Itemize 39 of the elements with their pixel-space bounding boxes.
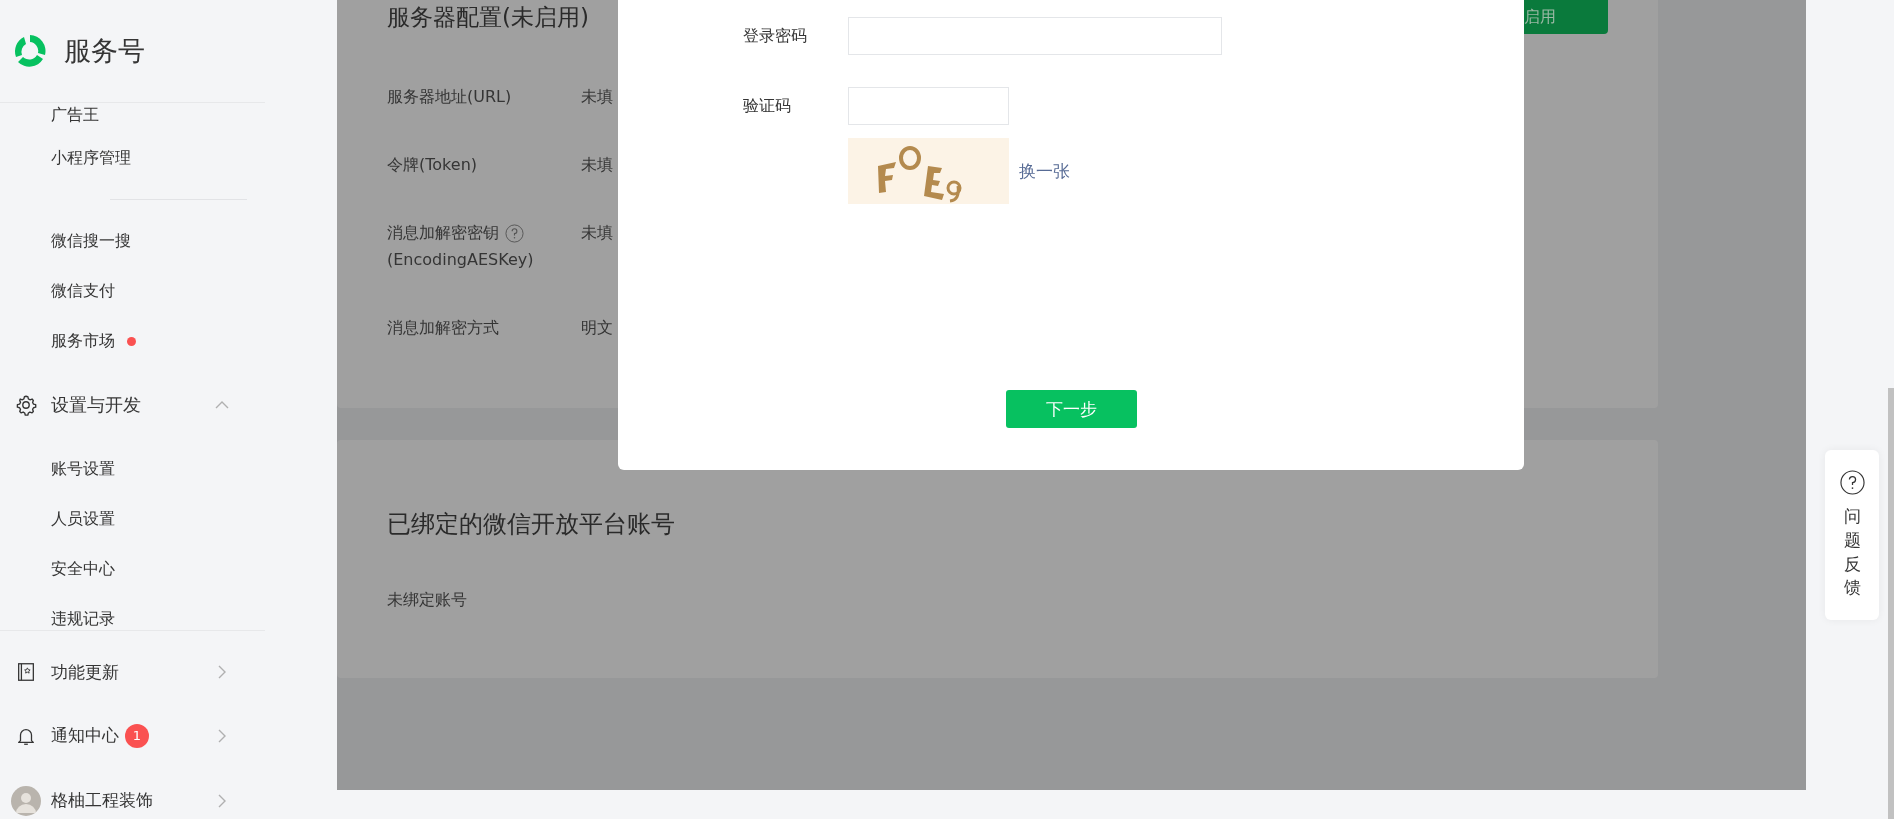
field-label: 服务器地址(URL) bbox=[387, 86, 512, 108]
password-field[interactable] bbox=[848, 17, 1222, 55]
field-label: 消息加解密密钥 bbox=[387, 222, 499, 244]
feedback-button[interactable]: 问题反馈 bbox=[1825, 450, 1879, 620]
book-icon bbox=[15, 661, 37, 683]
nav-item[interactable]: 账号设置 bbox=[51, 458, 115, 480]
brand-name: 服务号 bbox=[64, 34, 145, 68]
nav-item[interactable]: 安全中心 bbox=[51, 558, 115, 580]
nav-item[interactable]: 广告王 bbox=[51, 105, 99, 126]
nav-item[interactable]: 人员设置 bbox=[51, 508, 115, 530]
help-icon bbox=[1839, 470, 1865, 495]
captcha-field[interactable] bbox=[848, 87, 1009, 125]
sidebar-link[interactable]: 功能更新 bbox=[0, 641, 235, 703]
help-icon[interactable] bbox=[505, 223, 524, 243]
field-label: 消息加解密方式 bbox=[387, 317, 499, 339]
nav-item[interactable]: 小程序管理 bbox=[51, 147, 131, 169]
field-label: 令牌(Token) bbox=[387, 154, 477, 176]
nav-item[interactable]: 微信支付 bbox=[51, 280, 115, 302]
sidebar-link[interactable]: 通知中心 1 bbox=[0, 703, 235, 768]
scrollbar[interactable] bbox=[1888, 388, 1894, 819]
sidebar-link[interactable]: 格柚工程装饰 bbox=[0, 768, 235, 819]
section-title: 已绑定的微信开放平台账号 bbox=[387, 509, 676, 540]
nav-item[interactable]: 服务市场 bbox=[51, 330, 115, 352]
field-value: 未填 bbox=[581, 86, 614, 108]
nav-item[interactable]: 微信搜一搜 bbox=[51, 230, 131, 252]
gear-icon bbox=[15, 394, 37, 416]
avatar-icon bbox=[11, 785, 41, 816]
field-value: 明文 bbox=[581, 317, 614, 339]
count-badge: 1 bbox=[125, 723, 149, 748]
field-value: 未填 bbox=[581, 154, 614, 176]
field-value: 未填 bbox=[581, 222, 614, 244]
field-label: (EncodingAESKey) bbox=[387, 249, 535, 271]
refresh-link[interactable]: 换一张 bbox=[1019, 159, 1070, 183]
section-title: 服务器配置(未启用) bbox=[387, 3, 589, 32]
field-label: 登录密码 bbox=[743, 25, 808, 47]
nav-section[interactable]: 设置与开发 bbox=[0, 366, 235, 444]
nav-item[interactable]: 违规记录 bbox=[51, 608, 115, 630]
status-text: 未绑定账号 bbox=[387, 590, 468, 611]
field-label: 验证码 bbox=[743, 95, 792, 117]
